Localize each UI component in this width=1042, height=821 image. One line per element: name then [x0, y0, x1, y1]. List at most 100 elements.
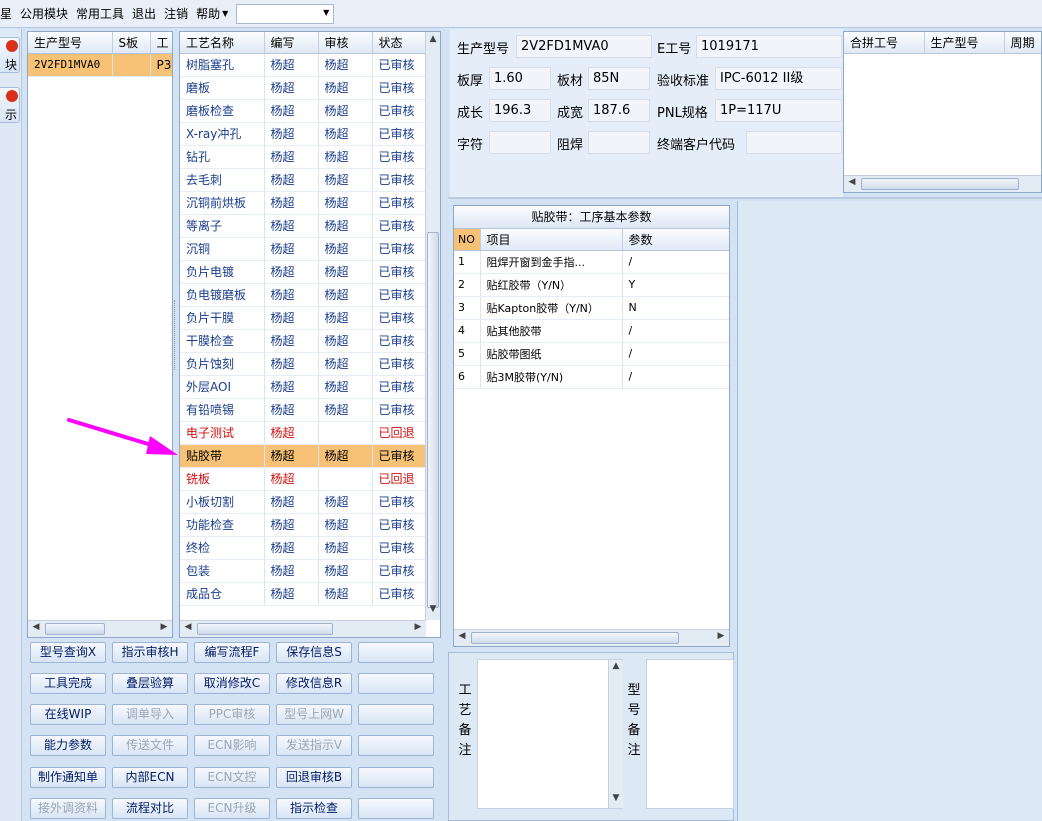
column-header[interactable]: S板: [112, 32, 151, 54]
action-button[interactable]: 修改信息R: [276, 673, 352, 695]
action-button[interactable]: [358, 673, 434, 695]
action-button[interactable]: 能力参数: [30, 735, 106, 757]
scroll-left-icon[interactable]: ◀: [30, 622, 42, 632]
column-header[interactable]: 项目: [480, 229, 623, 251]
horizontal-scrollbar[interactable]: ◀ ▶: [180, 620, 426, 637]
table-row[interactable]: 负电镀磨板 杨超 杨超 已审核: [180, 283, 427, 307]
action-button[interactable]: 接外调资料: [30, 797, 106, 819]
char-field[interactable]: [489, 131, 551, 154]
table-row[interactable]: 去毛刺 杨超 杨超 已审核: [180, 168, 427, 192]
mask-field[interactable]: [588, 131, 650, 154]
scroll-thumb[interactable]: [861, 178, 1019, 190]
table-row[interactable]: 包装 杨超 杨超 已审核: [180, 559, 427, 583]
scroll-thumb[interactable]: [197, 623, 333, 635]
model-remark-input[interactable]: [646, 659, 734, 809]
table-row[interactable]: 钻孔 杨超 杨超 已审核: [180, 145, 427, 169]
column-header[interactable]: 生产型号: [924, 32, 1005, 54]
table-row[interactable]: 小板切割 杨超 杨超 已审核: [180, 490, 427, 514]
action-button[interactable]: [358, 704, 434, 726]
scroll-left-icon[interactable]: ◀: [846, 177, 858, 187]
action-button[interactable]: PPC审核: [194, 704, 270, 726]
thickness-field[interactable]: 1.60: [489, 67, 551, 90]
scroll-thumb[interactable]: [471, 632, 679, 644]
column-header[interactable]: 编写: [264, 32, 319, 54]
table-row[interactable]: 沉铜前烘板 杨超 杨超 已审核: [180, 191, 427, 215]
table-row[interactable]: 磨板 杨超 杨超 已审核: [180, 76, 427, 100]
process-remark-input[interactable]: [477, 659, 623, 809]
table-row[interactable]: 终检 杨超 杨超 已审核: [180, 536, 427, 560]
column-header[interactable]: 合拼工号: [844, 32, 925, 54]
table-row[interactable]: 2V2FD1MVA0 P3: [28, 53, 172, 77]
action-button[interactable]: 工具完成: [30, 673, 106, 695]
action-button[interactable]: ECN影响: [194, 735, 270, 757]
table-row[interactable]: 有铅喷锡 杨超 杨超 已审核: [180, 398, 427, 422]
vertical-scrollbar[interactable]: ▲ ▼: [425, 32, 440, 620]
scroll-up-icon[interactable]: ▲: [610, 661, 622, 671]
vertical-scrollbar[interactable]: ▲ ▼: [608, 660, 623, 808]
table-row[interactable]: 负片干膜 杨超 杨超 已审核: [180, 306, 427, 330]
column-header[interactable]: 工: [150, 32, 172, 54]
action-button[interactable]: 型号上网W: [276, 704, 352, 726]
action-button[interactable]: 在线WIP: [30, 704, 106, 726]
width-field[interactable]: 187.6: [588, 99, 650, 122]
column-header[interactable]: 审核: [318, 32, 373, 54]
splitter-handle[interactable]: [174, 300, 178, 370]
action-button[interactable]: 叠层验算: [112, 673, 188, 695]
scroll-right-icon[interactable]: ▶: [715, 631, 727, 641]
scroll-down-icon[interactable]: ▼: [427, 604, 439, 614]
scroll-right-icon[interactable]: ▶: [158, 622, 170, 632]
action-button[interactable]: 流程对比: [112, 797, 188, 819]
pnl-field[interactable]: 1P=117U: [715, 99, 842, 122]
table-row[interactable]: 沉铜 杨超 杨超 已审核: [180, 237, 427, 261]
action-button[interactable]: 传送文件: [112, 735, 188, 757]
table-row[interactable]: 铣板 杨超 已回退: [180, 467, 427, 491]
action-button[interactable]: 发送指示V: [276, 735, 352, 757]
action-button[interactable]: 编写流程F: [194, 642, 270, 663]
menu-item-logout[interactable]: 注销: [164, 5, 188, 22]
action-button[interactable]: ECN升级: [194, 797, 270, 819]
action-button[interactable]: [358, 797, 434, 819]
action-button[interactable]: 制作通知单: [30, 766, 106, 788]
table-row[interactable]: 3 贴Kapton胶带（Y/N） N: [454, 296, 729, 320]
table-row[interactable]: 6 贴3M胶带(Y/N) /: [454, 365, 729, 389]
module-shortcut-button[interactable]: 块: [0, 37, 20, 73]
action-button[interactable]: 取消修改C: [194, 673, 270, 695]
table-row[interactable]: 等离子 杨超 杨超 已审核: [180, 214, 427, 238]
table-row[interactable]: 负片电镀 杨超 杨超 已审核: [180, 260, 427, 284]
table-row[interactable]: 磨板检查 杨超 杨超 已审核: [180, 99, 427, 123]
scroll-right-icon[interactable]: ▶: [412, 622, 424, 632]
action-button[interactable]: ECN文控: [194, 766, 270, 788]
table-row[interactable]: 树脂塞孔 杨超 杨超 已审核: [180, 53, 427, 77]
scroll-up-icon[interactable]: ▲: [427, 34, 439, 44]
table-row[interactable]: 负片蚀刻 杨超 杨超 已审核: [180, 352, 427, 376]
horizontal-scrollbar[interactable]: ◀: [844, 175, 1041, 192]
column-header[interactable]: 周期: [1004, 32, 1041, 54]
scroll-left-icon[interactable]: ◀: [182, 622, 194, 632]
action-button[interactable]: 指示审核H: [112, 642, 188, 663]
table-row[interactable]: 4 贴其他胶带 /: [454, 319, 729, 343]
table-row[interactable]: 干膜检查 杨超 杨超 已审核: [180, 329, 427, 353]
ework-field[interactable]: 1019171: [696, 35, 842, 58]
horizontal-scrollbar[interactable]: ◀ ▶: [28, 620, 172, 637]
action-button[interactable]: 内部ECN: [112, 766, 188, 788]
table-row[interactable]: 2 贴红胶带（Y/N） Y: [454, 273, 729, 297]
scroll-thumb[interactable]: [45, 623, 105, 635]
instruction-shortcut-button[interactable]: 示: [0, 87, 20, 123]
menu-item-help[interactable]: 帮助: [196, 5, 220, 22]
action-button[interactable]: 回退审核B: [276, 766, 352, 788]
table-row[interactable]: 成品仓 杨超 杨超 已审核: [180, 582, 427, 606]
menu-item-common-tools[interactable]: 常用工具: [76, 5, 124, 22]
horizontal-scrollbar[interactable]: ◀ ▶: [454, 629, 729, 646]
column-header[interactable]: NO: [454, 229, 481, 251]
table-row[interactable]: 电子测试 杨超 已回退: [180, 421, 427, 445]
length-field[interactable]: 196.3: [489, 99, 551, 122]
column-header[interactable]: 工艺名称: [180, 32, 265, 54]
customer-field[interactable]: [746, 131, 842, 154]
model-field[interactable]: 2V2FD1MVA0: [516, 35, 652, 58]
table-row[interactable]: 5 贴胶带图纸 /: [454, 342, 729, 366]
action-button[interactable]: 指示检查: [276, 797, 352, 819]
scroll-down-icon[interactable]: ▼: [610, 793, 622, 803]
scroll-thumb[interactable]: [427, 232, 439, 608]
table-row[interactable]: 功能检查 杨超 杨超 已审核: [180, 513, 427, 537]
column-header[interactable]: 状态: [372, 32, 427, 54]
